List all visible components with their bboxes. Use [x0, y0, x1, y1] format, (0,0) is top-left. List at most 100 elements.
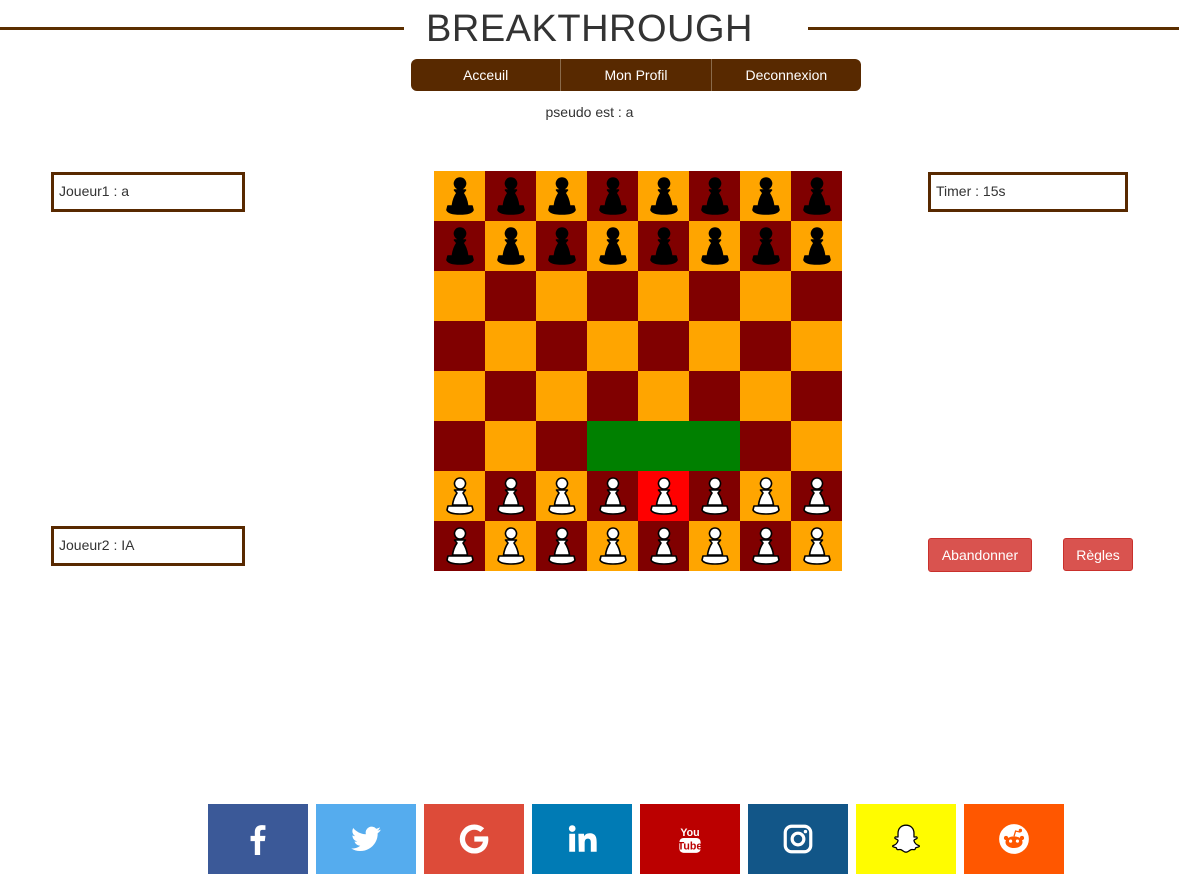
linkedin-button[interactable]	[532, 804, 632, 874]
white-pawn-icon[interactable]	[800, 475, 834, 517]
board-cell[interactable]	[638, 471, 689, 521]
board-cell[interactable]	[434, 521, 485, 571]
board-cell[interactable]	[689, 471, 740, 521]
snapchat-button[interactable]	[856, 804, 956, 874]
board-cell[interactable]	[638, 171, 689, 221]
board-cell[interactable]	[638, 271, 689, 321]
google-button[interactable]	[424, 804, 524, 874]
board-cell[interactable]	[587, 321, 638, 371]
board-cell[interactable]	[536, 471, 587, 521]
black-pawn-icon[interactable]	[647, 175, 681, 217]
board-cell[interactable]	[791, 471, 842, 521]
white-pawn-icon[interactable]	[443, 525, 477, 567]
facebook-button[interactable]	[208, 804, 308, 874]
board-cell[interactable]	[434, 221, 485, 271]
black-pawn-icon[interactable]	[698, 225, 732, 267]
white-pawn-icon[interactable]	[596, 475, 630, 517]
rules-button[interactable]: Règles	[1063, 538, 1133, 571]
black-pawn-icon[interactable]	[698, 175, 732, 217]
board-cell[interactable]	[689, 321, 740, 371]
reddit-button[interactable]	[964, 804, 1064, 874]
board-cell[interactable]	[689, 371, 740, 421]
black-pawn-icon[interactable]	[800, 225, 834, 267]
board-cell[interactable]	[740, 471, 791, 521]
white-pawn-icon[interactable]	[647, 475, 681, 517]
board-cell[interactable]	[689, 221, 740, 271]
black-pawn-icon[interactable]	[443, 225, 477, 267]
board-cell[interactable]	[485, 271, 536, 321]
board-cell[interactable]	[485, 321, 536, 371]
white-pawn-icon[interactable]	[596, 525, 630, 567]
abandon-button[interactable]: Abandonner	[928, 538, 1032, 572]
white-pawn-icon[interactable]	[800, 525, 834, 567]
black-pawn-icon[interactable]	[545, 175, 579, 217]
board-cell[interactable]	[485, 221, 536, 271]
board-cell[interactable]	[485, 471, 536, 521]
black-pawn-icon[interactable]	[596, 175, 630, 217]
board-cell[interactable]	[740, 371, 791, 421]
black-pawn-icon[interactable]	[494, 225, 528, 267]
board-cell[interactable]	[791, 221, 842, 271]
black-pawn-icon[interactable]	[545, 225, 579, 267]
board-cell[interactable]	[791, 521, 842, 571]
board-cell[interactable]	[638, 371, 689, 421]
black-pawn-icon[interactable]	[443, 175, 477, 217]
board-cell[interactable]	[638, 221, 689, 271]
board-cell[interactable]	[587, 171, 638, 221]
board-cell[interactable]	[536, 321, 587, 371]
board-cell[interactable]	[434, 371, 485, 421]
white-pawn-icon[interactable]	[698, 475, 732, 517]
board-cell[interactable]	[791, 421, 842, 471]
board-cell[interactable]	[689, 271, 740, 321]
black-pawn-icon[interactable]	[494, 175, 528, 217]
black-pawn-icon[interactable]	[596, 225, 630, 267]
black-pawn-icon[interactable]	[800, 175, 834, 217]
board-cell[interactable]	[689, 171, 740, 221]
white-pawn-icon[interactable]	[443, 475, 477, 517]
board-cell[interactable]	[740, 321, 791, 371]
board-cell[interactable]	[587, 271, 638, 321]
board-cell[interactable]	[536, 171, 587, 221]
board-cell[interactable]	[638, 421, 689, 471]
board-cell[interactable]	[791, 271, 842, 321]
board-cell[interactable]	[434, 171, 485, 221]
board-cell[interactable]	[536, 371, 587, 421]
white-pawn-icon[interactable]	[749, 525, 783, 567]
nav-logout[interactable]: Deconnexion	[712, 59, 861, 91]
board-cell[interactable]	[740, 521, 791, 571]
board-cell[interactable]	[740, 421, 791, 471]
board-cell[interactable]	[740, 171, 791, 221]
white-pawn-icon[interactable]	[494, 525, 528, 567]
board-cell[interactable]	[638, 321, 689, 371]
black-pawn-icon[interactable]	[749, 225, 783, 267]
white-pawn-icon[interactable]	[647, 525, 681, 567]
board-cell[interactable]	[485, 171, 536, 221]
board-cell[interactable]	[587, 421, 638, 471]
nav-profile[interactable]: Mon Profil	[561, 59, 712, 91]
board-cell[interactable]	[434, 471, 485, 521]
black-pawn-icon[interactable]	[647, 225, 681, 267]
board-cell[interactable]	[740, 221, 791, 271]
board-cell[interactable]	[587, 521, 638, 571]
board-cell[interactable]	[791, 171, 842, 221]
board-cell[interactable]	[587, 471, 638, 521]
board-cell[interactable]	[587, 371, 638, 421]
white-pawn-icon[interactable]	[749, 475, 783, 517]
youtube-button[interactable]: You Tube	[640, 804, 740, 874]
board-cell[interactable]	[536, 521, 587, 571]
white-pawn-icon[interactable]	[494, 475, 528, 517]
board-cell[interactable]	[740, 271, 791, 321]
board-cell[interactable]	[689, 421, 740, 471]
board-cell[interactable]	[791, 321, 842, 371]
white-pawn-icon[interactable]	[545, 475, 579, 517]
board-cell[interactable]	[536, 271, 587, 321]
board-cell[interactable]	[536, 221, 587, 271]
nav-home[interactable]: Acceuil	[411, 59, 562, 91]
board-cell[interactable]	[638, 521, 689, 571]
board-cell[interactable]	[485, 371, 536, 421]
board-cell[interactable]	[434, 321, 485, 371]
twitter-button[interactable]	[316, 804, 416, 874]
board-cell[interactable]	[791, 371, 842, 421]
board-cell[interactable]	[587, 221, 638, 271]
board-cell[interactable]	[485, 521, 536, 571]
